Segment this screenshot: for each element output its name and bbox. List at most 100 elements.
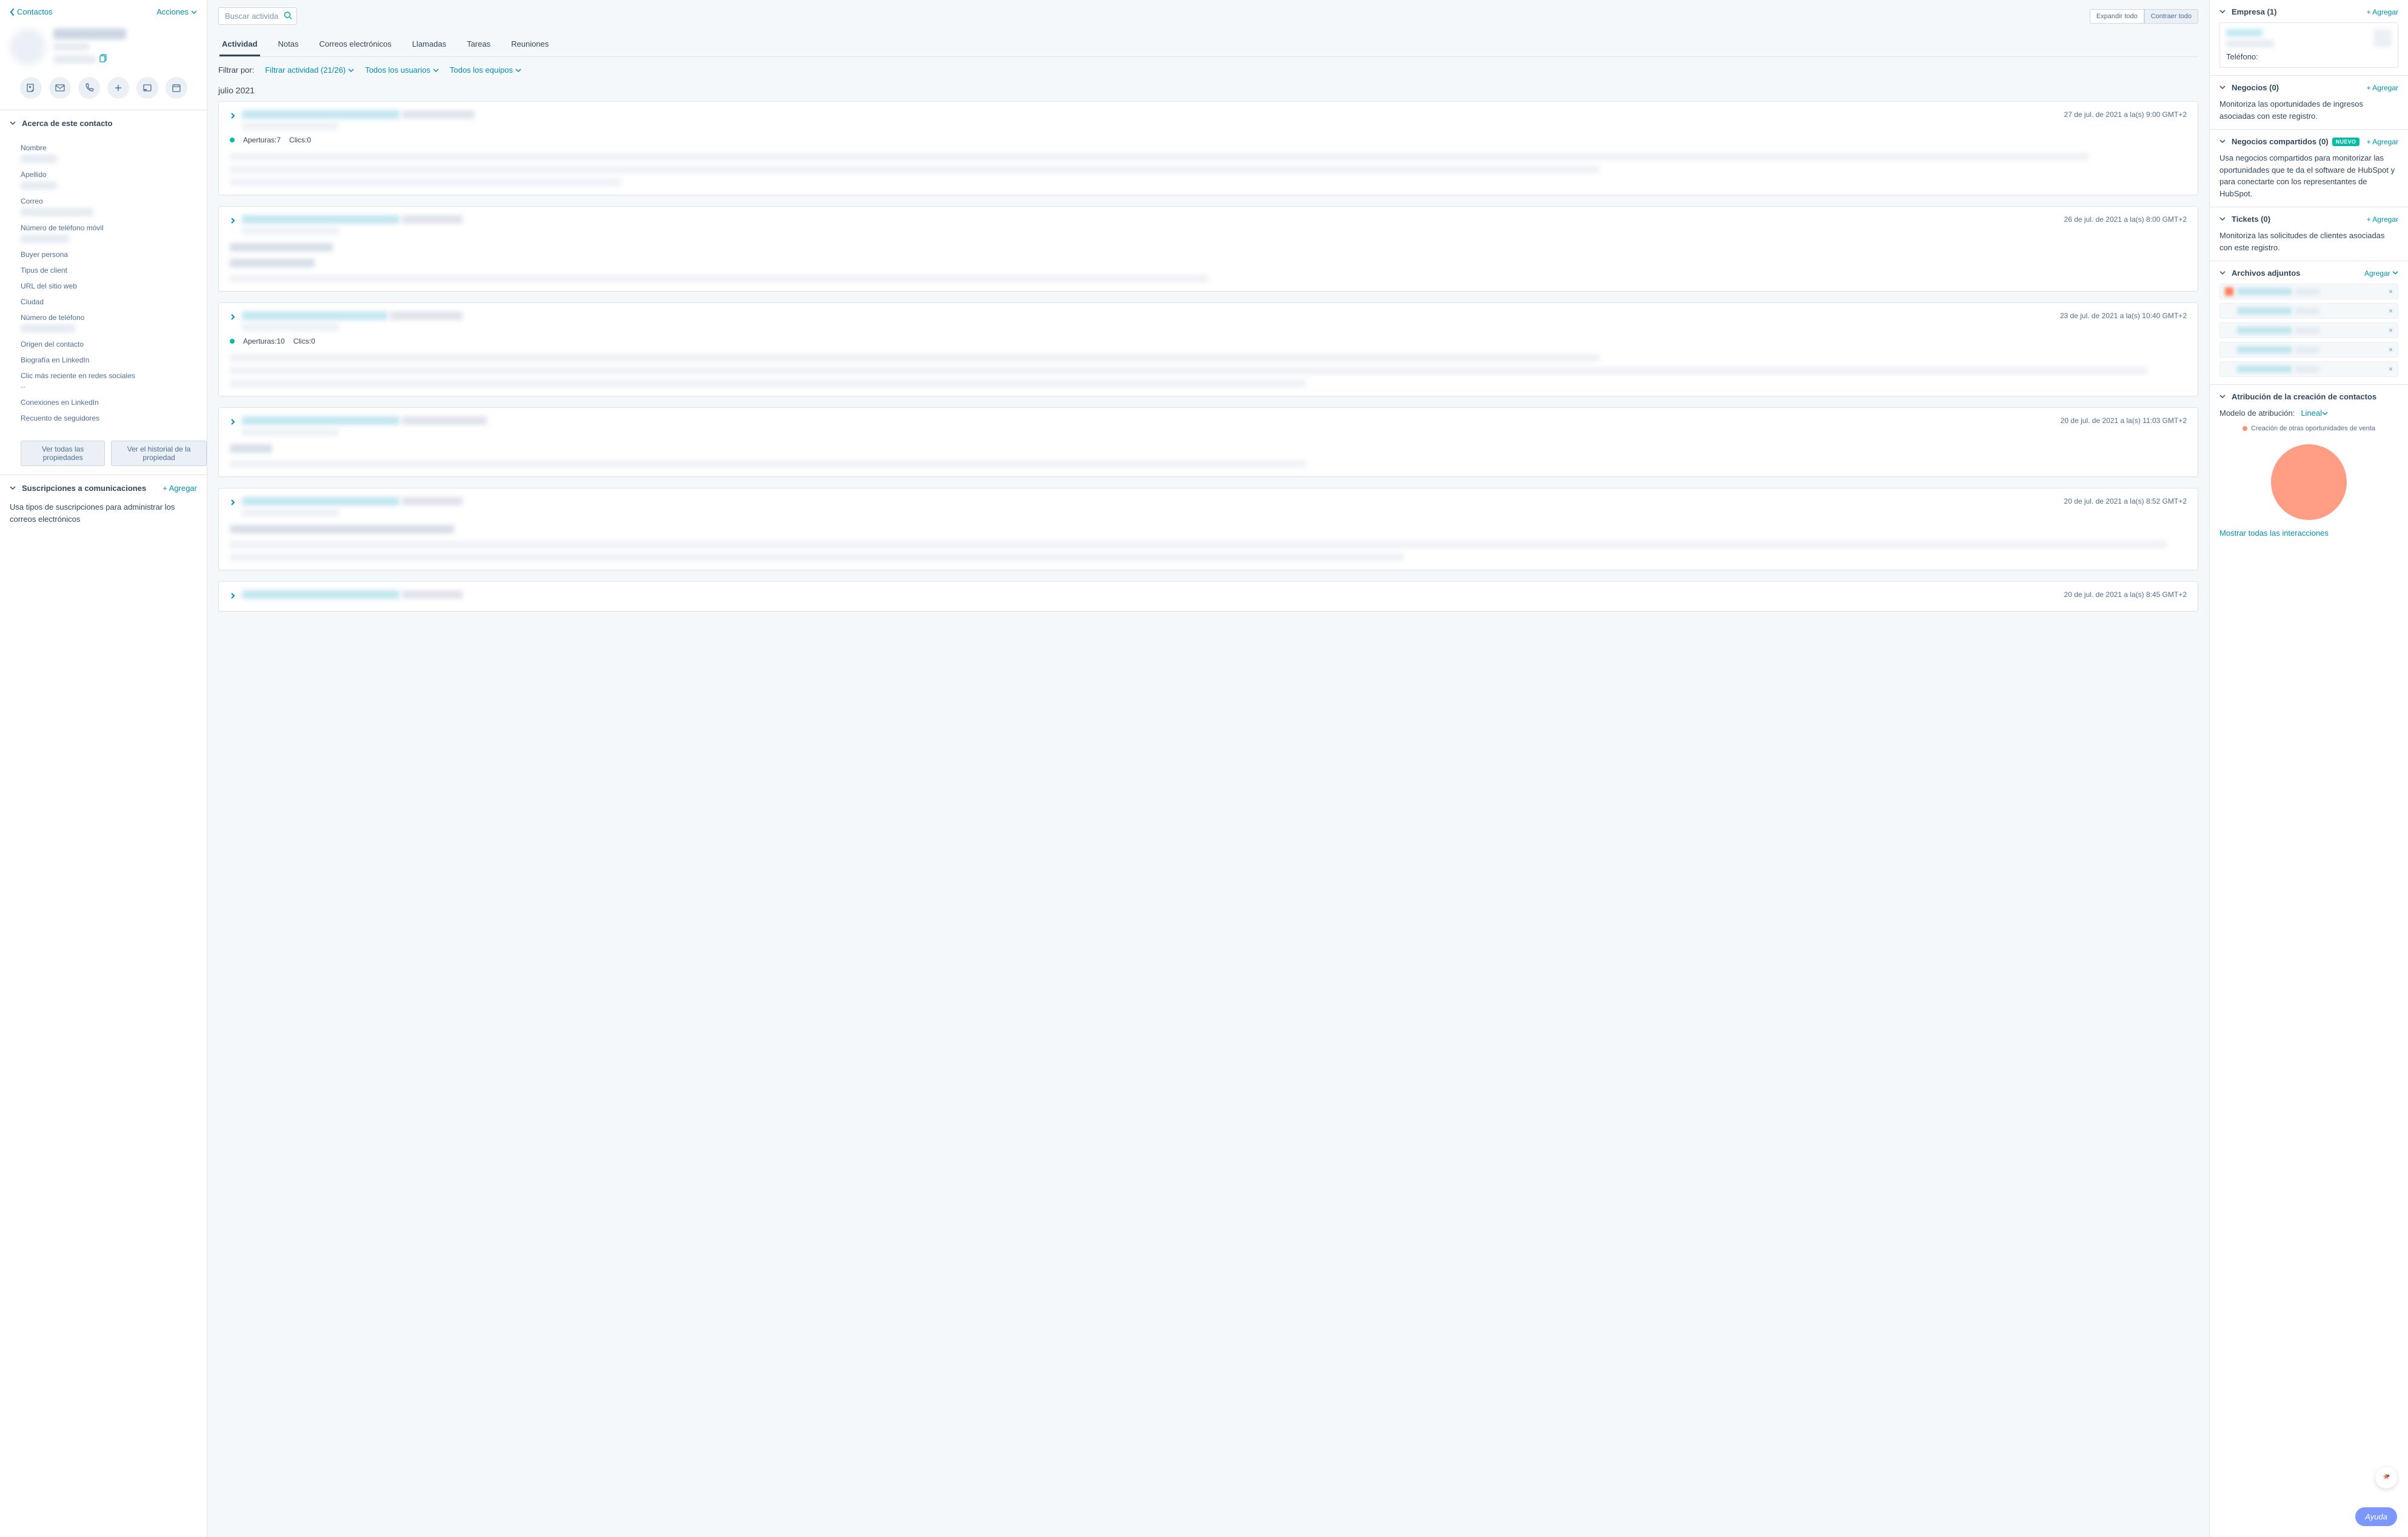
prop-linkedinbio-label: Biografía en LinkedIn: [21, 356, 197, 364]
company-title: Empresa (1): [2232, 7, 2276, 16]
chevron-down-icon: [10, 484, 16, 493]
clicks-stat: Clics:0: [289, 136, 311, 144]
attachment-row[interactable]: ×: [2219, 322, 2398, 338]
tab-calls[interactable]: Llamadas: [410, 33, 449, 56]
card-timestamp: 20 de jul. de 2021 a la(s) 11:03 GMT+2: [2061, 416, 2187, 425]
company-section-header[interactable]: Empresa (1) + Agregar: [2219, 7, 2398, 16]
property-list: Nombre Apellido Correo Número de teléfon…: [0, 144, 207, 432]
remove-attachment-icon[interactable]: ×: [2389, 307, 2393, 315]
log-button[interactable]: [107, 77, 129, 99]
contact-email: [53, 55, 96, 64]
attachments-add-link[interactable]: Agregar: [2364, 269, 2398, 278]
tracking-dot-icon: [230, 138, 235, 142]
chevron-down-icon: [2219, 392, 2226, 401]
shared-deals-section-header[interactable]: Negocios compartidos (0) NUEVO + Agregar: [2219, 137, 2398, 146]
subs-add-link[interactable]: + Agregar: [162, 484, 197, 493]
tab-meetings[interactable]: Reuniones: [509, 33, 551, 56]
email-button[interactable]: [49, 77, 71, 99]
filter-teams-dropdown[interactable]: Todos los equipos: [450, 65, 521, 75]
expand-card-icon[interactable]: [230, 112, 236, 121]
expand-card-icon[interactable]: [230, 498, 236, 507]
deals-section-header[interactable]: Negocios (0) + Agregar: [2219, 83, 2398, 92]
tab-emails[interactable]: Correos electrónicos: [316, 33, 393, 56]
chevron-down-icon: [2219, 137, 2226, 146]
filter-label: Filtrar por:: [218, 65, 254, 75]
chevron-down-icon: [2219, 268, 2226, 278]
attachment-row[interactable]: ×: [2219, 284, 2398, 299]
tracking-dot-icon: [230, 339, 235, 344]
expand-card-icon[interactable]: [230, 418, 236, 427]
attachment-row[interactable]: ×: [2219, 361, 2398, 377]
company-logo: [2373, 29, 2392, 47]
company-card[interactable]: Teléfono:: [2219, 22, 2398, 68]
expand-card-icon[interactable]: [230, 313, 236, 322]
remove-attachment-icon[interactable]: ×: [2389, 326, 2393, 335]
help-button[interactable]: Ayuda: [2355, 1507, 2397, 1526]
deals-add-link[interactable]: + Agregar: [2367, 84, 2398, 92]
collapse-all-button[interactable]: Contraer todo: [2144, 9, 2198, 24]
prop-city-label: Ciudad: [21, 298, 197, 306]
deals-desc: Monitoriza las oportunidades de ingresos…: [2219, 98, 2398, 122]
view-property-history-button[interactable]: Ver el historial de la propiedad: [111, 441, 207, 466]
prop-name-label: Nombre: [21, 144, 197, 152]
tickets-section-header[interactable]: Tickets (0) + Agregar: [2219, 215, 2398, 224]
prop-name-value[interactable]: [21, 155, 57, 163]
filter-users-dropdown[interactable]: Todos los usuarios: [365, 65, 439, 75]
expand-all-button[interactable]: Expandir todo: [2090, 9, 2144, 24]
opens-stat: Aperturas:10: [243, 337, 285, 345]
attachment-row[interactable]: ×: [2219, 342, 2398, 358]
show-all-interactions-link[interactable]: Mostrar todas las interacciones: [2219, 528, 2398, 538]
note-button[interactable]: [20, 77, 42, 99]
attribution-model-dropdown[interactable]: Lineal: [2301, 408, 2328, 418]
search-icon: [284, 11, 292, 21]
expand-card-icon[interactable]: [230, 592, 236, 601]
legend-label: Creación de otras oportunidades de venta: [2251, 425, 2375, 432]
call-button[interactable]: [78, 77, 100, 99]
deals-title: Negocios (0): [2232, 83, 2279, 92]
task-button[interactable]: [136, 77, 158, 99]
prop-surname-value[interactable]: [21, 181, 57, 190]
remove-attachment-icon[interactable]: ×: [2389, 365, 2393, 373]
activity-tabs: Actividad Notas Correos electrónicos Lla…: [218, 33, 2198, 57]
view-all-properties-button[interactable]: Ver todas las propiedades: [21, 441, 105, 466]
tab-notes[interactable]: Notas: [276, 33, 301, 56]
copy-email-icon[interactable]: [99, 54, 107, 64]
contact-hero: [0, 24, 207, 72]
prop-email-value[interactable]: [21, 208, 93, 216]
prop-socialclick-value[interactable]: --: [21, 382, 197, 391]
shared-deals-add-link[interactable]: + Agregar: [2367, 138, 2398, 146]
back-to-contacts-link[interactable]: Contactos: [10, 7, 53, 16]
chevron-down-icon: [2219, 7, 2226, 16]
activity-card: 26 de jul. de 2021 a la(s) 8:00 GMT+2: [218, 206, 2198, 292]
prop-buyer-label: Buyer persona: [21, 250, 197, 259]
tickets-add-link[interactable]: + Agregar: [2367, 215, 2398, 224]
filter-bar: Filtrar por: Filtrar actividad (21/26) T…: [207, 57, 2209, 83]
attachments-section-header[interactable]: Archivos adjuntos Agregar: [2219, 268, 2398, 278]
remove-attachment-icon[interactable]: ×: [2389, 345, 2393, 354]
attachment-row[interactable]: ×: [2219, 303, 2398, 319]
opens-stat: Aperturas:7: [243, 136, 281, 144]
attribution-pie-chart: [2271, 444, 2347, 520]
filter-activity-dropdown[interactable]: Filtrar actividad (21/26): [265, 65, 354, 75]
remove-attachment-icon[interactable]: ×: [2389, 287, 2393, 296]
tab-activity[interactable]: Actividad: [219, 33, 260, 56]
contact-actions-menu[interactable]: Acciones: [156, 7, 197, 16]
prop-mobile-value[interactable]: [21, 235, 69, 243]
contact-subtitle: [53, 43, 90, 50]
prop-mobile-label: Número de teléfono móvil: [21, 224, 197, 232]
prop-phone-value[interactable]: [21, 324, 75, 333]
subs-section-header[interactable]: Suscripciones a comunicaciones + Agregar: [0, 475, 207, 501]
attachment-list: × × × × ×: [2219, 284, 2398, 377]
middle-panel: Expandir todo Contraer todo Actividad No…: [207, 0, 2209, 1537]
left-panel: Contactos Acciones: [0, 0, 207, 1537]
app-launcher-icon[interactable]: [2375, 1467, 2397, 1489]
prop-surname-label: Apellido: [21, 170, 197, 179]
company-add-link[interactable]: + Agregar: [2367, 8, 2398, 16]
attribution-section-header[interactable]: Atribución de la creación de contactos: [2219, 392, 2398, 401]
prop-website-label: URL del sitio web: [21, 282, 197, 290]
meeting-button[interactable]: [166, 77, 187, 99]
activity-cards: 27 de jul. de 2021 a la(s) 9:00 GMT+2 Ap…: [207, 101, 2209, 622]
tab-tasks[interactable]: Tareas: [464, 33, 493, 56]
expand-card-icon[interactable]: [230, 216, 236, 225]
about-section-header[interactable]: Acerca de este contacto: [0, 110, 207, 136]
